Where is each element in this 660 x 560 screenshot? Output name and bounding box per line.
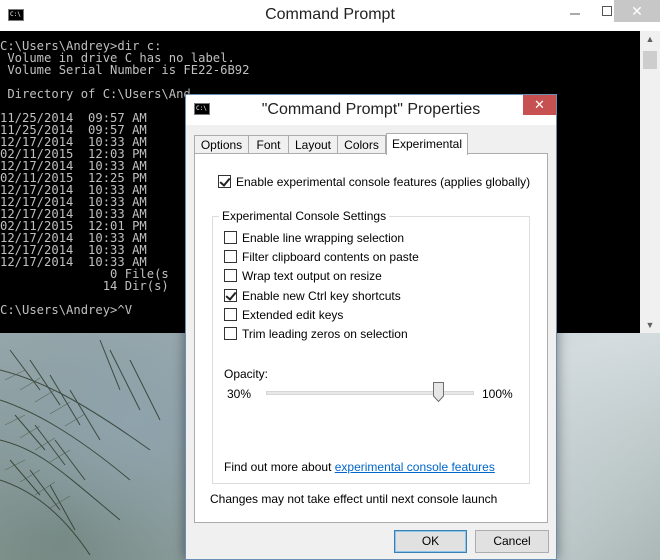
dialog-titlebar[interactable]: C:\ "Command Prompt" Properties ✕ — [186, 95, 556, 125]
line-wrapping-checkbox[interactable] — [224, 231, 237, 244]
vertical-scrollbar[interactable]: ▲ ▼ — [640, 31, 660, 333]
cmd-close-button[interactable]: ✕ — [614, 0, 660, 22]
option-label: Extended edit keys — [242, 307, 344, 322]
cmd-titlebar[interactable]: C:\ Command Prompt ✕ — [0, 0, 660, 31]
tab-experimental[interactable]: Experimental — [386, 133, 468, 155]
option-line-wrapping-selection[interactable]: Enable line wrapping selection — [224, 230, 404, 245]
tab-layout[interactable]: Layout — [288, 135, 338, 154]
tab-options[interactable]: Options — [194, 135, 249, 154]
minimize-button[interactable] — [560, 0, 590, 22]
experimental-features-link[interactable]: experimental console features — [335, 460, 495, 474]
find-out-more-text: Find out more about experimental console… — [224, 460, 495, 474]
option-label: Filter clipboard contents on paste — [242, 249, 419, 264]
scroll-up-icon[interactable]: ▲ — [640, 31, 660, 47]
extended-edit-keys-checkbox[interactable] — [224, 308, 237, 321]
find-out-prefix: Find out more about — [224, 460, 335, 474]
opacity-max-label: 100% — [482, 387, 513, 401]
opacity-slider-thumb[interactable] — [433, 382, 445, 402]
enable-experimental-label: Enable experimental console features (ap… — [236, 174, 531, 189]
option-extended-edit-keys[interactable]: Extended edit keys — [224, 307, 343, 322]
opacity-label: Opacity: — [224, 367, 269, 381]
option-filter-clipboard[interactable]: Filter clipboard contents on paste — [224, 249, 419, 264]
maximize-icon — [602, 6, 612, 16]
enable-experimental-checkbox[interactable] — [218, 175, 231, 188]
tab-colors[interactable]: Colors — [337, 135, 386, 154]
ctrl-key-shortcuts-checkbox[interactable] — [224, 289, 237, 302]
option-label: Trim leading zeros on selection — [242, 326, 408, 341]
option-trim-leading-zeros[interactable]: Trim leading zeros on selection — [224, 326, 408, 341]
ok-button[interactable]: OK — [394, 530, 467, 553]
option-label: Enable new Ctrl key shortcuts — [242, 288, 401, 303]
dialog-close-button[interactable]: ✕ — [523, 95, 556, 115]
dialog-title: "Command Prompt" Properties — [261, 101, 481, 118]
option-wrap-text-output[interactable]: Wrap text output on resize — [224, 268, 382, 283]
properties-dialog: C:\ "Command Prompt" Properties ✕ Option… — [185, 94, 557, 560]
option-ctrl-key-shortcuts[interactable]: Enable new Ctrl key shortcuts — [224, 288, 401, 303]
cancel-button[interactable]: Cancel — [475, 530, 549, 553]
trim-leading-zeros-checkbox[interactable] — [224, 327, 237, 340]
relaunch-note: Changes may not take effect until next c… — [210, 492, 498, 506]
opacity-min-label: 30% — [227, 387, 252, 401]
option-label: Enable line wrapping selection — [242, 230, 405, 245]
scroll-down-icon[interactable]: ▼ — [640, 317, 660, 333]
wrap-text-checkbox[interactable] — [224, 269, 237, 282]
group-title: Experimental Console Settings — [219, 209, 390, 223]
option-label: Wrap text output on resize — [242, 268, 382, 283]
tree-branches-image — [0, 339, 161, 556]
minimize-icon — [570, 13, 580, 15]
close-icon: ✕ — [534, 97, 545, 112]
enable-experimental-checkbox-row[interactable]: Enable experimental console features (ap… — [218, 174, 530, 189]
filter-clipboard-checkbox[interactable] — [224, 250, 237, 263]
experimental-panel: Enable experimental console features (ap… — [194, 153, 548, 523]
tab-font[interactable]: Font — [248, 135, 289, 154]
close-icon: ✕ — [631, 2, 643, 19]
console-line: Volume Serial Number is FE22-6B92 — [0, 63, 250, 77]
scrollbar-thumb[interactable] — [643, 51, 657, 69]
